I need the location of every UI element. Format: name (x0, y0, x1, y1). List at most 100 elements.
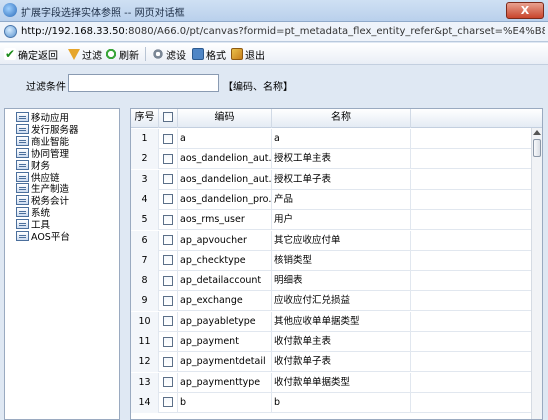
table-row[interactable]: 10 ap_payabletype 其他应收单单据类型 (131, 311, 531, 332)
row-checkbox[interactable] (163, 194, 173, 205)
row-code: b (178, 392, 272, 413)
row-filler (411, 129, 531, 149)
table-row[interactable]: 1aa (131, 129, 531, 149)
exit-icon (231, 48, 243, 60)
row-checkbox[interactable] (163, 214, 173, 225)
table-row[interactable]: 13 ap_paymenttype 收付款单单据类型 (131, 372, 531, 393)
row-name: 用户 (272, 210, 411, 231)
column-header-code[interactable]: 编码 (178, 109, 272, 128)
table-row[interactable]: 3 aos_dandelion_aut... 授权工单子表 (131, 169, 531, 190)
format-button[interactable]: 格式 (192, 46, 226, 62)
row-code: ap_detailaccount (178, 271, 272, 292)
table-row[interactable]: 8 ap_detailaccount 明细表 (131, 271, 531, 292)
funnel-icon (68, 48, 80, 60)
row-select-cell[interactable] (159, 352, 178, 373)
filter-condition-input[interactable] (68, 74, 219, 92)
url-host: http://192.168.33.50 (21, 26, 125, 37)
row-checkbox[interactable] (163, 255, 173, 266)
row-checkbox[interactable] (163, 336, 173, 347)
row-name: 收付款单子表 (272, 352, 411, 373)
confirm-button[interactable]: ✔ 确定返回 (4, 46, 58, 62)
row-select-cell[interactable] (159, 392, 178, 413)
scroll-thumb[interactable] (533, 139, 541, 157)
table-row[interactable]: 11 ap_payment 收付款单主表 (131, 332, 531, 352)
column-header-empty (411, 109, 531, 128)
module-icon (16, 207, 29, 218)
module-icon (16, 147, 29, 158)
url-text: http://192.168.33.50:8080/A66.0/pt/canva… (21, 26, 545, 37)
gear-icon (152, 48, 164, 60)
column-header-select-all[interactable] (159, 109, 178, 128)
row-name: b (272, 392, 411, 413)
column-header-name[interactable]: 名称 (272, 109, 411, 128)
row-code: aos_dandelion_pro... (178, 189, 272, 210)
table-row[interactable]: 7 ap_checktype 核销类型 (131, 250, 531, 271)
row-name: 应收应付汇兑损益 (272, 291, 411, 312)
tree-item[interactable]: AOS平台 (16, 230, 70, 243)
vertical-scrollbar[interactable] (531, 128, 542, 419)
refresh-button[interactable]: 刷新 (105, 46, 139, 62)
filter-button[interactable]: 过滤 (68, 46, 102, 62)
row-code: ap_paymenttype (178, 372, 272, 393)
row-select-cell[interactable] (159, 149, 178, 170)
toolbar-separator (145, 47, 146, 61)
row-checkbox[interactable] (163, 377, 173, 388)
scroll-up-icon[interactable] (533, 130, 541, 135)
row-select-cell[interactable] (159, 311, 178, 332)
table-row[interactable]: 2 aos_dandelion_aut... 授权工单主表 (131, 149, 531, 170)
table-row[interactable]: 4 aos_dandelion_pro... 产品 (131, 189, 531, 210)
table-row[interactable]: 5 aos_rms_user 用户 (131, 210, 531, 231)
filter-bar: 过滤条件 【编码、名称】 (0, 66, 548, 100)
filter-condition-label: 过滤条件 (26, 82, 66, 93)
row-checkbox[interactable] (163, 356, 173, 367)
row-checkbox[interactable] (163, 153, 173, 164)
row-checkbox[interactable] (163, 235, 173, 245)
row-filler (411, 170, 531, 190)
row-filler (411, 352, 531, 372)
select-all-checkbox[interactable] (163, 112, 173, 122)
row-select-cell[interactable] (159, 189, 178, 210)
row-checkbox[interactable] (163, 133, 173, 144)
row-checkbox[interactable] (163, 275, 173, 286)
close-button[interactable]: X (506, 2, 544, 19)
exit-label: 退出 (245, 50, 265, 62)
row-name: 核销类型 (272, 250, 411, 271)
row-select-cell[interactable] (159, 271, 178, 292)
row-select-cell[interactable] (159, 210, 178, 231)
row-seq: 1 (131, 129, 159, 149)
row-seq: 7 (131, 250, 159, 271)
module-icon (16, 135, 29, 146)
row-checkbox[interactable] (163, 174, 173, 185)
table-row[interactable]: 12 ap_paymentdetail 收付款单子表 (131, 352, 531, 373)
row-filler (411, 393, 531, 413)
row-code: ap_payabletype (178, 311, 272, 332)
row-select-cell[interactable] (159, 332, 178, 352)
row-seq: 14 (131, 392, 159, 413)
row-seq: 9 (131, 291, 159, 312)
row-select-cell[interactable] (159, 372, 178, 393)
row-name: 收付款单主表 (272, 332, 411, 352)
row-name: 其它应收应付单 (272, 230, 411, 251)
row-checkbox[interactable] (163, 316, 173, 327)
row-checkbox[interactable] (163, 397, 173, 408)
row-select-cell[interactable] (159, 169, 178, 190)
exit-button[interactable]: 退出 (231, 46, 265, 62)
row-checkbox[interactable] (163, 295, 173, 306)
row-name: 授权工单子表 (272, 169, 411, 190)
module-icon (16, 171, 29, 182)
table-row[interactable]: 14 b b (131, 392, 531, 413)
filter-settings-button[interactable]: 滤设 (152, 46, 186, 62)
row-select-cell[interactable] (159, 230, 178, 251)
row-code: ap_payment (178, 332, 272, 352)
row-select-cell[interactable] (159, 250, 178, 271)
row-seq: 4 (131, 189, 159, 210)
row-select-cell[interactable] (159, 291, 178, 312)
table-row[interactable]: 6 ap_apvoucher 其它应收应付单 (131, 230, 531, 251)
row-select-cell[interactable] (159, 129, 178, 149)
module-icon (16, 195, 29, 206)
row-code: aos_dandelion_aut... (178, 149, 272, 170)
table-row[interactable]: 9 ap_exchange 应收应付汇兑损益 (131, 291, 531, 312)
row-seq: 11 (131, 332, 159, 352)
row-code: aos_rms_user (178, 210, 272, 231)
row-filler (411, 271, 531, 291)
